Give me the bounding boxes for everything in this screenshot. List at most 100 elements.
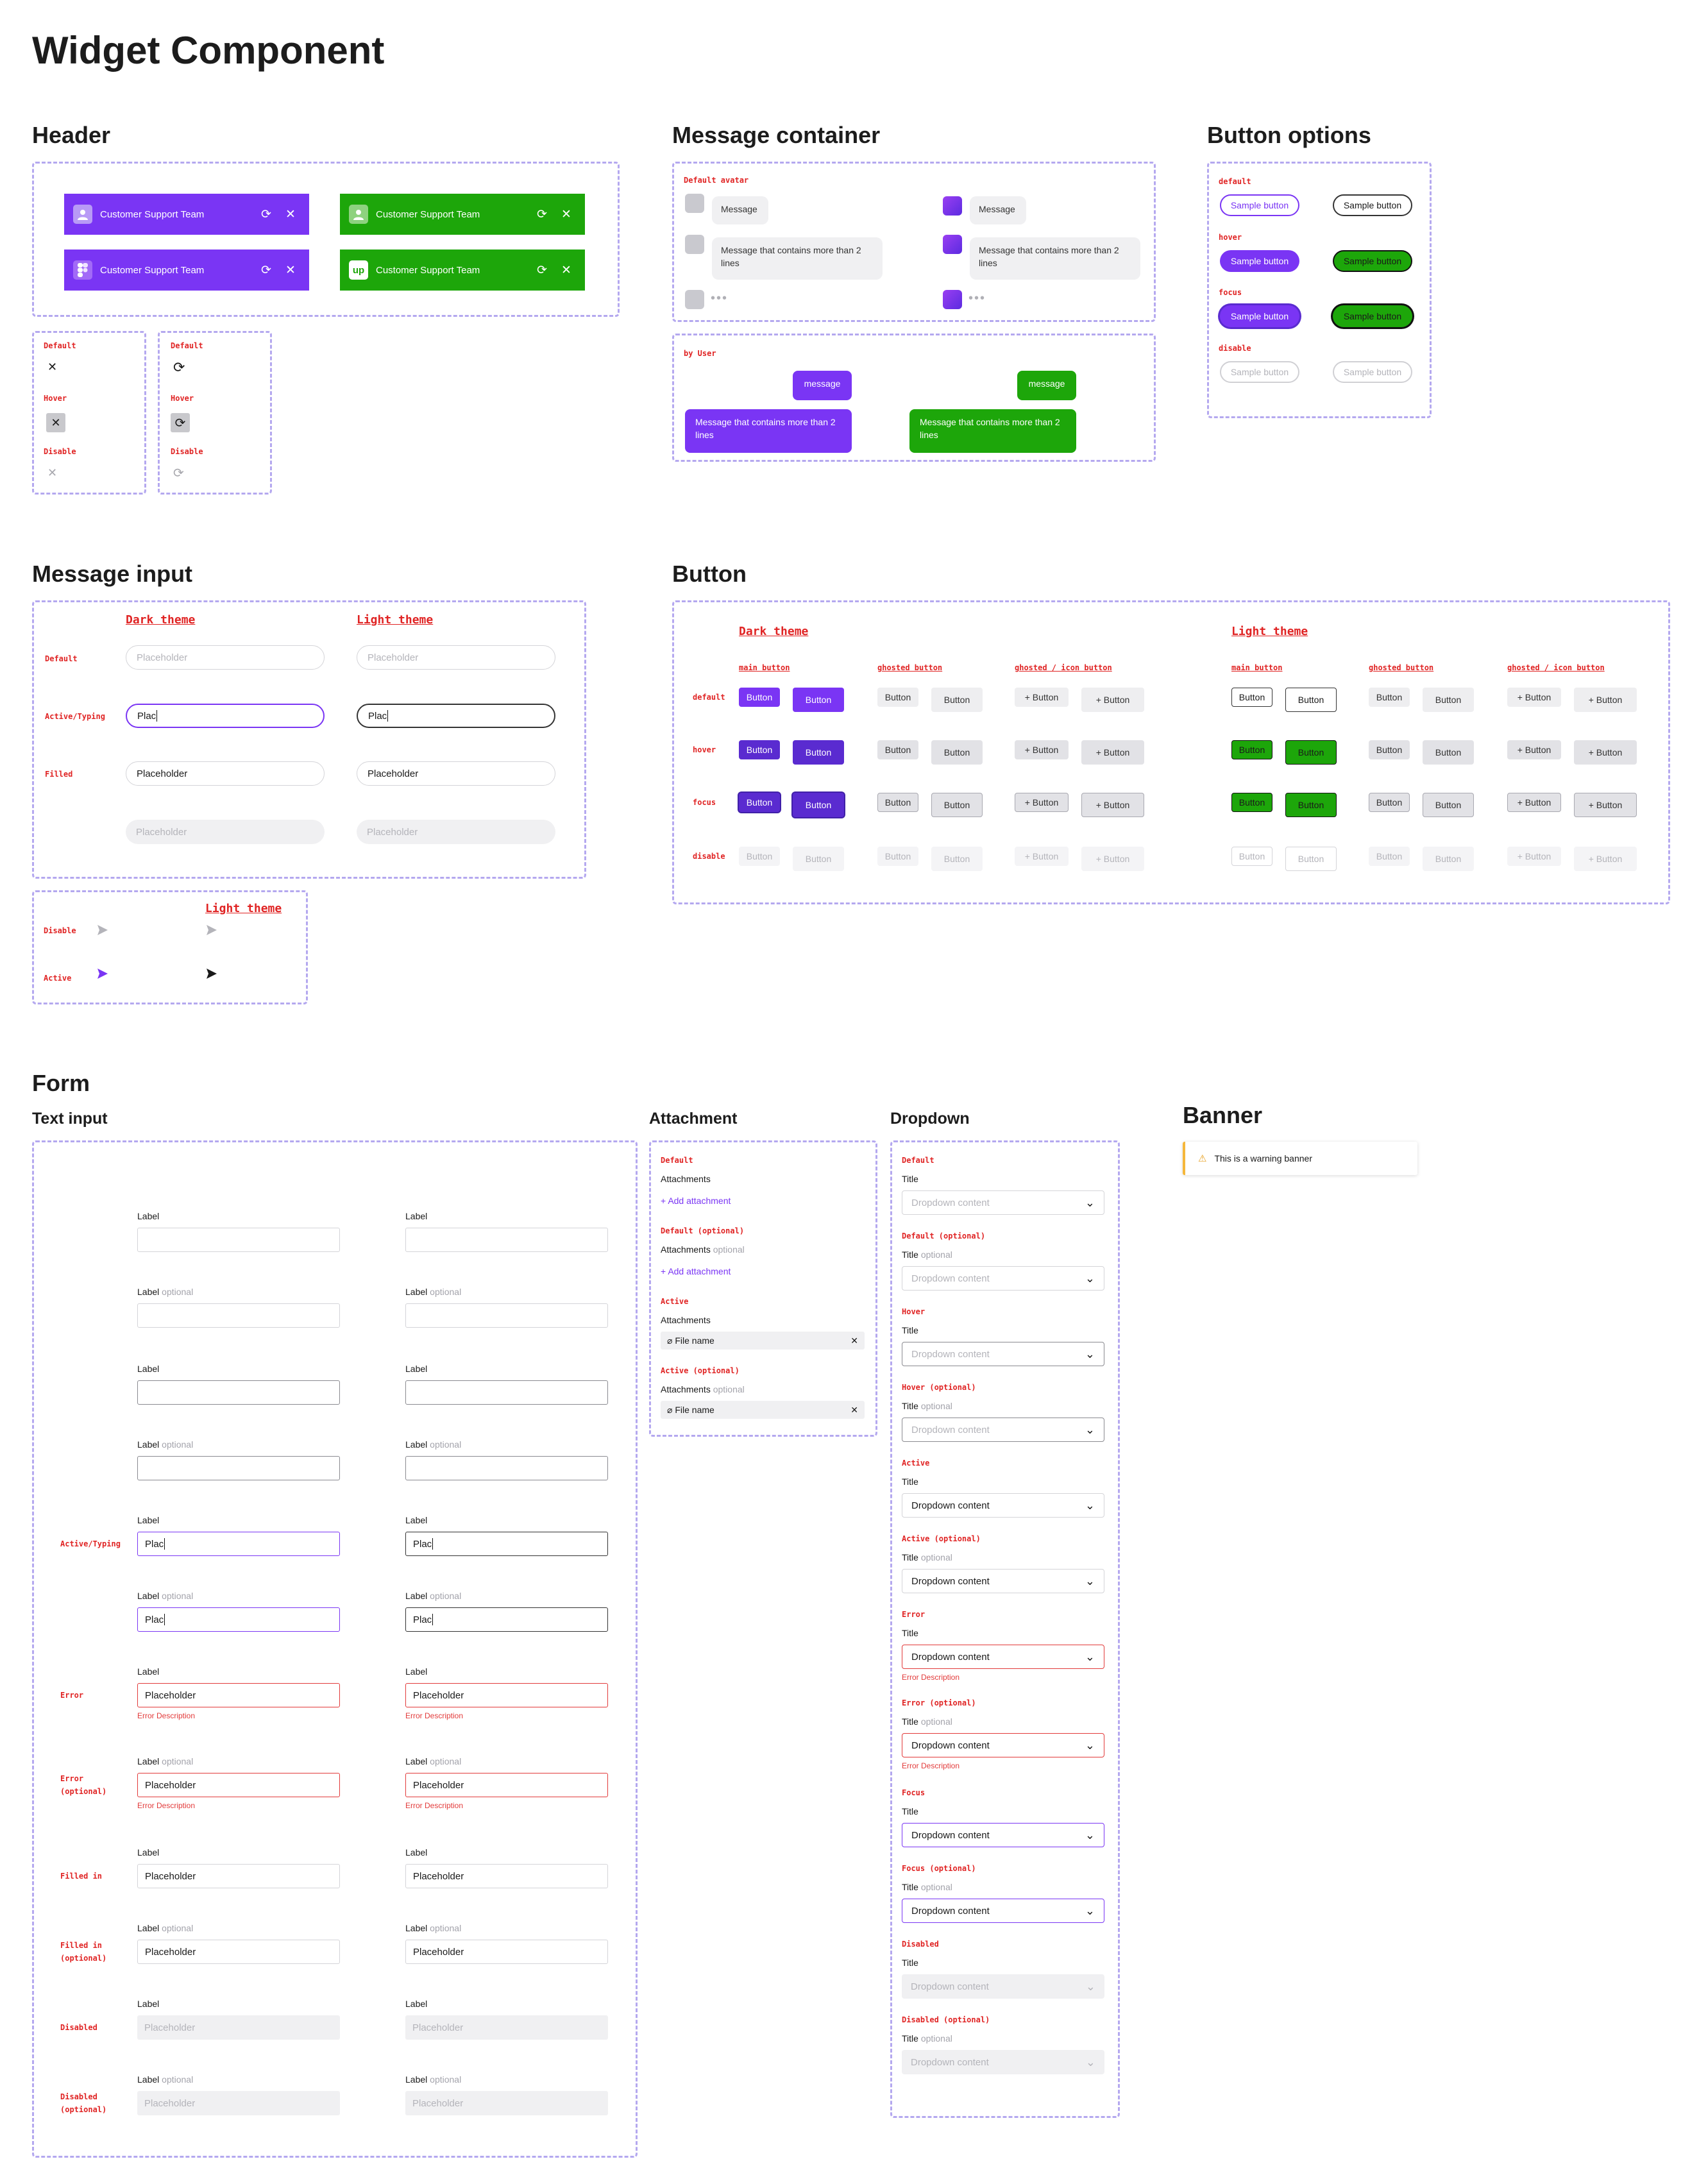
close-icon[interactable]: ✕ [850,1405,858,1416]
ghosted-button[interactable]: Button [931,793,983,817]
text-input[interactable] [405,1380,608,1405]
ghosted-icon-button[interactable]: + Button [1574,793,1637,817]
main-button[interactable]: Button [739,688,780,707]
sample-button[interactable]: Sample button [1220,250,1299,272]
refresh-icon[interactable]: ⟳ [532,207,552,222]
dropdown-select[interactable]: Dropdown content ⌄ [902,1190,1104,1215]
ghosted-icon-button[interactable]: + Button [1507,688,1561,707]
text-input[interactable] [405,1456,608,1480]
ghosted-button[interactable]: Button [1369,793,1410,812]
dropdown-select[interactable]: Dropdown content ⌄ [902,1733,1104,1757]
close-icon[interactable]: ✕ [46,413,65,432]
text-input[interactable]: Placeholder [137,1940,340,1964]
close-icon[interactable]: ✕ [47,360,57,374]
sample-button[interactable]: Sample button [1333,305,1412,327]
dropdown-select[interactable]: Dropdown content ⌄ [902,1569,1104,1593]
text-input[interactable] [137,1380,340,1405]
text-input[interactable] [137,1228,340,1252]
ghosted-icon-button[interactable]: + Button [1081,793,1144,817]
text-input[interactable]: Placeholder [405,1773,608,1797]
text-input[interactable]: Plac [137,1607,340,1632]
ghosted-icon-button[interactable]: + Button [1081,688,1144,712]
close-icon[interactable]: ✕ [281,207,300,222]
main-button[interactable]: Button [1231,793,1272,812]
dropdown-select[interactable]: Dropdown content ⌄ [902,1823,1104,1847]
dropdown-select[interactable]: Dropdown content ⌄ [902,1645,1104,1669]
ghosted-button[interactable]: Button [931,688,983,712]
text-input[interactable]: Placeholder [405,1940,608,1964]
dropdown-select[interactable]: Dropdown content ⌄ [902,1493,1104,1518]
text-input[interactable] [137,1456,340,1480]
text-input[interactable]: Plac [137,1532,340,1556]
main-button[interactable]: Button [739,740,780,759]
ghosted-button[interactable]: Button [1423,740,1474,765]
ghosted-icon-button[interactable]: + Button [1015,740,1069,759]
message-input[interactable]: Plac [357,704,555,728]
add-attachment-button[interactable]: + Add attachment [661,1196,731,1206]
sample-button[interactable]: Sample button [1220,194,1299,216]
text-input[interactable]: Placeholder [405,1864,608,1888]
field-label: Label optional [137,1287,193,1297]
dropdown-value: Dropdown content [911,1273,990,1284]
main-button[interactable]: Button [1231,740,1272,759]
refresh-icon[interactable]: ⟳ [257,263,276,278]
dropdown-select[interactable]: Dropdown content ⌄ [902,1899,1104,1923]
dropdown-select[interactable]: Dropdown content ⌄ [902,1418,1104,1442]
refresh-icon[interactable]: ⟳ [171,413,190,432]
text-input[interactable]: Plac [405,1607,608,1632]
main-button[interactable]: Button [793,793,844,817]
message-input[interactable]: Placeholder [126,645,325,670]
main-button[interactable]: Button [793,740,844,765]
text-input[interactable] [405,1303,608,1328]
message-input[interactable]: Placeholder [357,645,555,670]
ghosted-icon-button[interactable]: + Button [1015,688,1069,707]
text-input[interactable]: Placeholder [137,1773,340,1797]
main-button[interactable]: Button [1231,688,1272,707]
message-input[interactable]: Placeholder [126,761,325,786]
dropdown-select[interactable]: Dropdown content ⌄ [902,1266,1104,1291]
main-button[interactable]: Button [739,793,780,812]
main-button[interactable]: Button [1285,740,1337,765]
input-value: Placeholder [144,2022,196,2033]
send-icon[interactable] [96,967,109,983]
close-icon[interactable]: ✕ [850,1335,858,1346]
sample-button[interactable]: Sample button [1333,194,1412,216]
send-icon[interactable] [205,967,218,983]
dropdown-select[interactable]: Dropdown content ⌄ [902,1342,1104,1366]
ghosted-button[interactable]: Button [877,688,918,707]
ghosted-icon-button[interactable]: + Button [1507,793,1561,812]
ghosted-button[interactable]: Button [1423,793,1474,817]
input-value: Placeholder [145,1689,196,1701]
ghosted-button[interactable]: Button [877,793,918,812]
text-input[interactable] [137,1303,340,1328]
ghosted-icon-button[interactable]: + Button [1574,688,1637,712]
close-icon[interactable]: ✕ [557,263,576,278]
ghosted-button[interactable]: Button [1369,740,1410,759]
close-icon[interactable]: ✕ [281,263,300,278]
ghosted-icon-button[interactable]: + Button [1015,793,1069,812]
text-input[interactable]: Placeholder [137,1683,340,1707]
ghosted-button[interactable]: Button [877,740,918,759]
refresh-icon[interactable]: ⟳ [257,207,276,222]
ghosted-icon-button[interactable]: + Button [1507,740,1561,759]
main-button[interactable]: Button [1285,793,1337,817]
ghosted-icon-button[interactable]: + Button [1574,740,1637,765]
add-attachment-button[interactable]: + Add attachment [661,1266,731,1276]
sample-button[interactable]: Sample button [1333,250,1412,272]
text-input[interactable]: Placeholder [405,1683,608,1707]
close-icon[interactable]: ✕ [557,207,576,222]
ghosted-button[interactable]: Button [931,740,983,765]
ghosted-icon-button[interactable]: + Button [1081,740,1144,765]
text-input[interactable]: Plac [405,1532,608,1556]
sample-button[interactable]: Sample button [1220,305,1299,327]
ghosted-button[interactable]: Button [1423,688,1474,712]
refresh-icon[interactable]: ⟳ [173,359,185,376]
text-input[interactable] [405,1228,608,1252]
ghosted-button[interactable]: Button [1369,688,1410,707]
refresh-icon[interactable]: ⟳ [532,263,552,278]
message-input[interactable]: Placeholder [357,761,555,786]
main-button[interactable]: Button [793,688,844,712]
main-button[interactable]: Button [1285,688,1337,712]
text-input[interactable]: Placeholder [137,1864,340,1888]
message-input[interactable]: Plac [126,704,325,728]
